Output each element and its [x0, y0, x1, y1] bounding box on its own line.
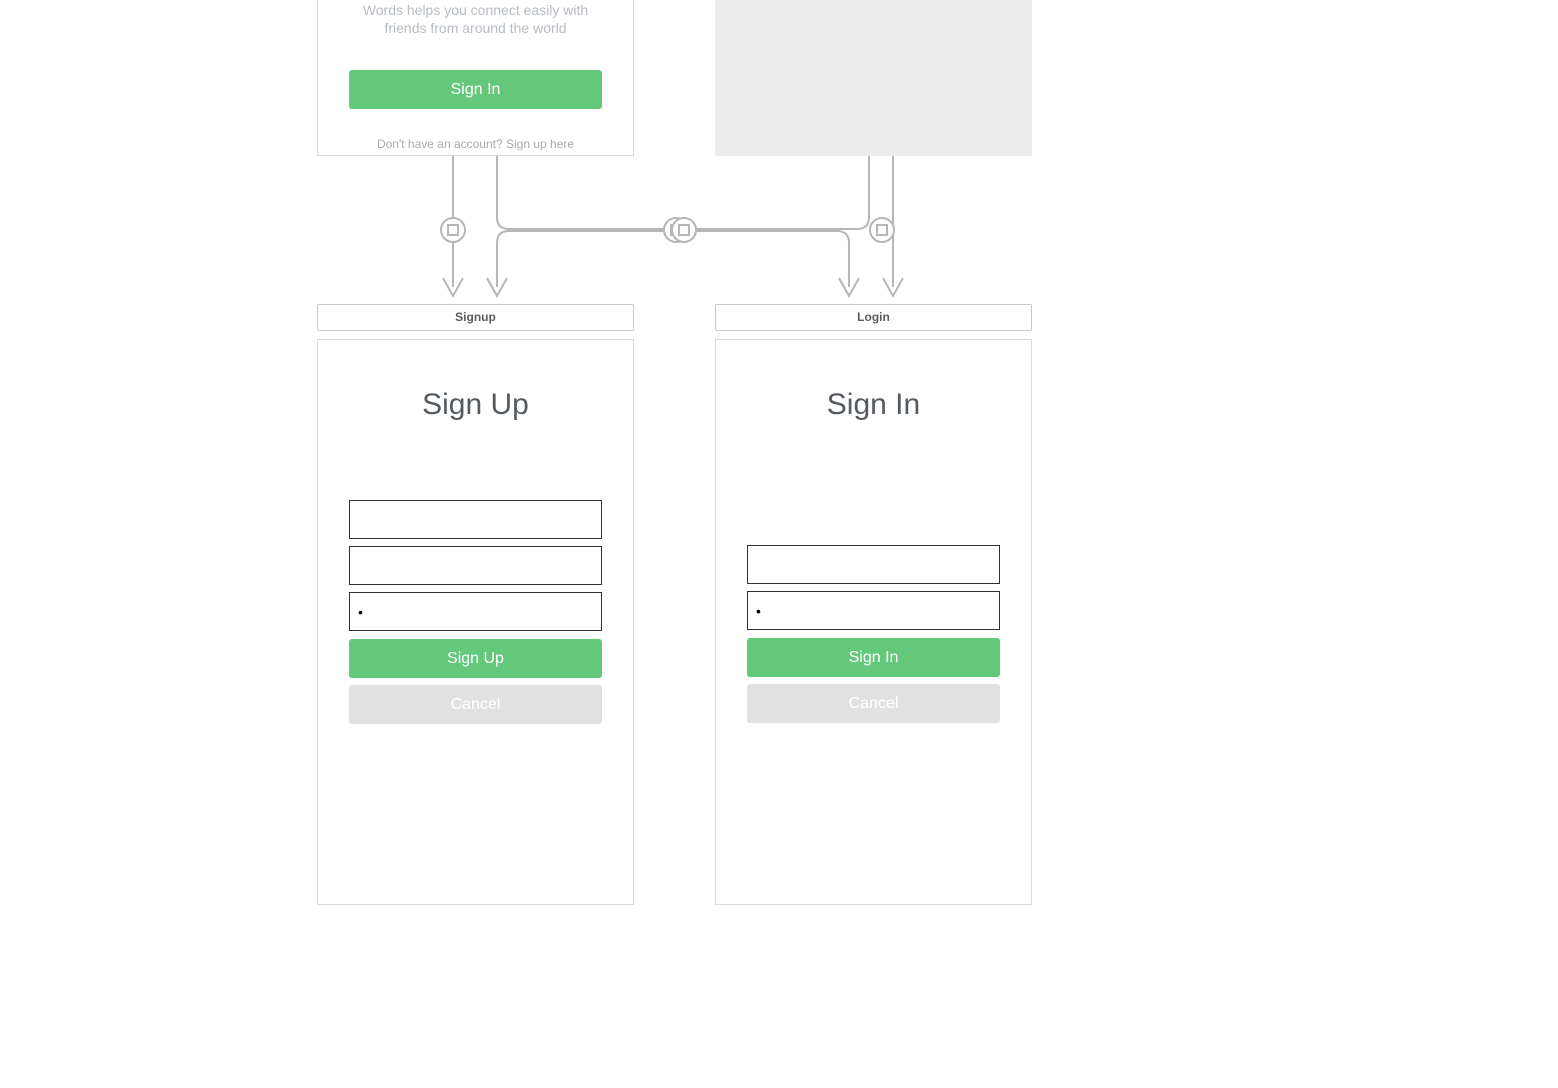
intro-signin-button[interactable]: Sign In — [349, 70, 602, 109]
screen-label-signup[interactable]: Signup — [317, 304, 634, 331]
intro-tagline: Words helps you connect easily with frie… — [349, 1, 602, 37]
login-field-2[interactable] — [747, 591, 1000, 630]
signup-field-1[interactable] — [349, 500, 602, 539]
placeholder-card — [715, 0, 1032, 156]
intro-signup-link[interactable]: Don't have an account? Sign up here — [349, 137, 602, 151]
signup-submit-button[interactable]: Sign Up — [349, 639, 602, 678]
login-field-1[interactable] — [747, 545, 1000, 584]
login-card: Sign In Sign In Cancel — [715, 339, 1032, 905]
login-submit-button[interactable]: Sign In — [747, 638, 1000, 677]
signup-card: Sign Up Sign Up Cancel — [317, 339, 634, 905]
signup-field-2[interactable] — [349, 546, 602, 585]
signup-field-3[interactable] — [349, 592, 602, 631]
signup-cancel-button[interactable]: Cancel — [349, 685, 602, 724]
login-cancel-button[interactable]: Cancel — [747, 684, 1000, 723]
screen-label-login[interactable]: Login — [715, 304, 1032, 331]
signup-title: Sign Up — [349, 388, 602, 422]
login-title: Sign In — [747, 388, 1000, 422]
intro-card: Words helps you connect easily with frie… — [317, 0, 634, 156]
